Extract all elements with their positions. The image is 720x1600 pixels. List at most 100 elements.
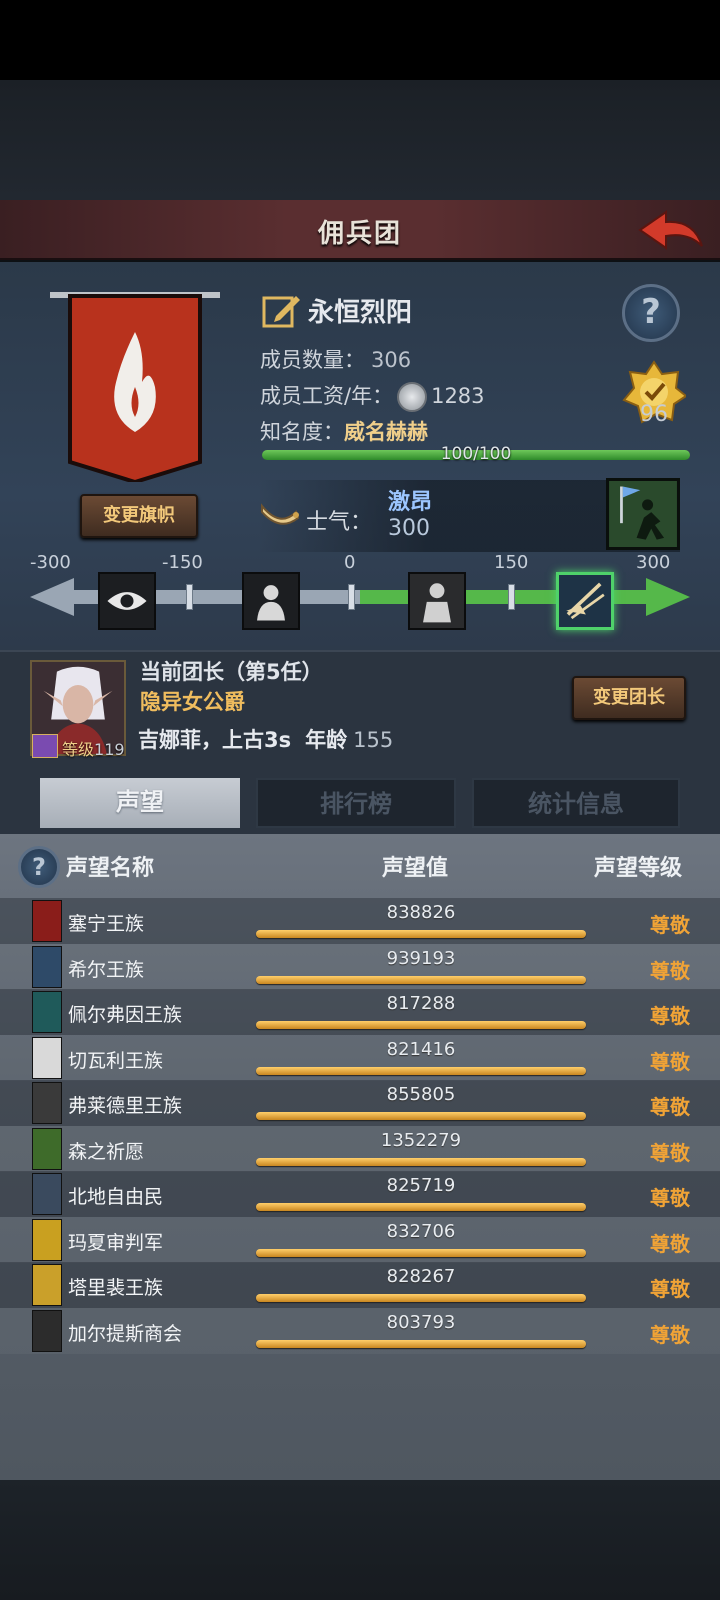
reputation-level: 尊敬: [650, 1140, 690, 1165]
reputation-list: ? 声望名称 声望值 声望等级 塞宁王族 838826 尊敬 希尔王族 939193 尊敬…: [0, 834, 720, 1480]
title-bar: 佣兵团: [0, 200, 720, 260]
reputation-row[interactable]: 森之祈愿 1352279 尊敬: [0, 1125, 720, 1172]
salary-value: 1283: [431, 384, 485, 408]
morale-despair-icon[interactable]: [242, 572, 300, 630]
morale-state: 激昂: [388, 490, 433, 515]
col-value-header: 声望值: [382, 856, 449, 881]
faction-crest-icon: [32, 1036, 62, 1079]
fame-level: 威名赫赫: [344, 420, 428, 444]
horn-icon: [261, 503, 300, 525]
scale-tick-label: -300: [30, 552, 71, 573]
leader-section: 等级119 当前团长（第5任） 隐异女公爵 吉娜菲，上古3s 年龄 155 变更团长: [0, 650, 720, 770]
reputation-level: 尊敬: [650, 1186, 690, 1210]
faction-name: 塔里裴王族: [68, 1277, 164, 1299]
salary-stat: 成员工资/年： 1283: [260, 380, 485, 412]
reputation-row[interactable]: 切瓦利王族 821416 尊敬: [0, 1034, 720, 1081]
guild-info-panel: 永恒烈阳 ? 成员数量： 306 成员工资/年： 1283 知名度：威名赫赫 96 …: [0, 262, 720, 650]
guild-name-row: 永恒烈阳: [262, 290, 412, 330]
reputation-bar: [256, 930, 586, 938]
tab-statistics[interactable]: 统计信息: [472, 778, 680, 828]
leader-name-age: 吉娜菲，上古3s 年龄 155: [138, 724, 393, 754]
reputation-bar: [256, 1157, 586, 1166]
change-leader-button[interactable]: 变更团长: [572, 676, 686, 720]
back-arrow-icon[interactable]: [636, 208, 706, 254]
reputation-bar: [256, 975, 586, 984]
leader-rank-title: 隐异女公爵: [140, 690, 245, 714]
reputation-row[interactable]: 塔里裴王族 828267 尊敬: [0, 1262, 720, 1308]
edit-name-icon[interactable]: [262, 290, 302, 330]
scale-tick-label: 150: [494, 552, 529, 573]
top-background: [0, 80, 720, 200]
scale-tick-label: 300: [636, 552, 671, 573]
help-question-icon[interactable]: ?: [622, 284, 680, 342]
age-label: 年龄: [305, 728, 348, 752]
reputation-help-icon[interactable]: ?: [18, 846, 60, 888]
faction-crest-icon: [32, 1309, 62, 1352]
age-value: 155: [353, 728, 394, 752]
reputation-row[interactable]: 北地自由民 825719 尊敬: [0, 1171, 720, 1217]
faction-name: 北地自由民: [68, 1186, 164, 1208]
reputation-row[interactable]: 佩尔弗因王族 817288 尊敬: [0, 989, 720, 1035]
faction-name: 玛夏审判军: [68, 1231, 164, 1254]
leader-level-badge: 等级119: [32, 734, 128, 759]
reputation-value: 821416: [386, 1038, 456, 1060]
reputation-bar: [256, 1339, 586, 1348]
wand-star-icon: [32, 734, 58, 758]
scale-tick: [508, 584, 515, 610]
bottom-area: [0, 1480, 720, 1600]
faction-crest-icon: [32, 1264, 62, 1306]
faction-name: 塞宁王族: [68, 913, 145, 935]
change-banner-button[interactable]: 变更旗帜: [80, 494, 198, 538]
faction-crest-icon: [32, 991, 62, 1033]
level-value: 119: [94, 740, 125, 759]
guild-banner-flame-icon[interactable]: [50, 292, 220, 482]
scale-right-arrow: [646, 578, 690, 616]
morale-value: 300: [388, 516, 430, 541]
faction-name: 森之祈愿: [68, 1140, 145, 1163]
silver-coin-icon: [397, 382, 428, 412]
charging-soldier-flag-icon[interactable]: [606, 478, 680, 550]
morale-charge-icon[interactable]: [556, 572, 614, 630]
fame-label: 知名度：: [260, 420, 344, 444]
morale-label: 士气：: [306, 510, 373, 535]
faction-name: 佩尔弗因王族: [68, 1004, 183, 1026]
tab-reputation[interactable]: 声望: [40, 778, 240, 828]
members-stat: 成员数量： 306: [260, 344, 411, 374]
reputation-row[interactable]: 弗莱德里王族 855805 尊敬: [0, 1080, 720, 1126]
reputation-row[interactable]: 加尔提斯商会 803793 尊敬: [0, 1307, 720, 1354]
reputation-value: 803793: [386, 1311, 456, 1333]
faction-crest-icon: [32, 900, 62, 942]
status-bar-area: [0, 0, 720, 80]
reputation-row[interactable]: 塞宁王族 838826 尊敬: [0, 898, 720, 944]
members-value: 306: [371, 348, 412, 372]
reputation-value: 855805: [386, 1084, 456, 1105]
page-title: 佣兵团: [317, 219, 402, 249]
reputation-bar: [256, 1021, 586, 1029]
morale-scale: -300 -150 0 150 300: [30, 552, 690, 632]
reputation-value: 817288: [386, 993, 456, 1014]
reputation-level: 尊敬: [650, 913, 690, 937]
faction-crest-icon: [32, 1218, 62, 1261]
fame-progress-text: 100/100: [440, 444, 512, 464]
faction-name: 切瓦利王族: [68, 1049, 164, 1072]
reputation-level: 尊敬: [650, 1049, 690, 1074]
tab-leaderboard[interactable]: 排行榜: [256, 778, 456, 828]
faction-crest-icon: [32, 1173, 62, 1215]
reputation-bar: [256, 1294, 586, 1302]
faction-name: 弗莱德里王族: [68, 1095, 183, 1117]
faction-crest-icon: [32, 945, 62, 988]
morale-calm-icon[interactable]: [408, 572, 466, 630]
salary-label: 成员工资/年：: [260, 384, 394, 408]
reputation-value: 828267: [386, 1266, 456, 1287]
scale-tick-label: -150: [162, 552, 203, 573]
morale-eye-icon[interactable]: [98, 572, 156, 630]
reputation-row[interactable]: 玛夏审判军 832706 尊敬: [0, 1216, 720, 1263]
reputation-bar: [256, 1112, 586, 1120]
scale-tick: [348, 584, 355, 610]
reputation-level: 尊敬: [650, 1277, 690, 1301]
reputation-row[interactable]: 希尔王族 939193 尊敬: [0, 943, 720, 990]
members-label: 成员数量：: [260, 348, 365, 372]
scale-tick: [186, 584, 193, 610]
scale-tick-label: 0: [344, 552, 356, 573]
col-level-header: 声望等级: [594, 856, 683, 881]
